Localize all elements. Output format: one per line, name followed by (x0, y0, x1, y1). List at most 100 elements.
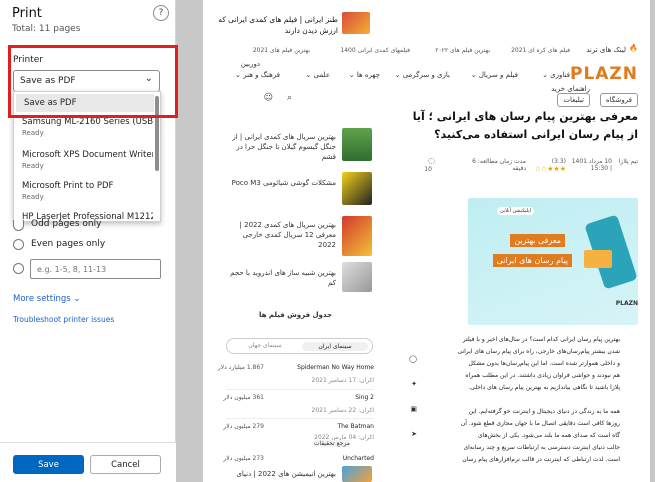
banner-badge: اپلیکیشن آنلاین (496, 207, 534, 215)
printer-option-name: Samsung ML-2160 Series (USB001) (22, 117, 153, 127)
body-line: هم نبودند و حواشی فراوان زیادی داشتند. د… (465, 372, 620, 379)
nav-item[interactable]: فرهنگ و هنر ⌄ (235, 71, 280, 79)
cancel-button[interactable]: Cancel (90, 455, 161, 474)
sale-title: Uncharted (342, 455, 374, 462)
related-thumbnail (342, 466, 372, 482)
printer-dropdown-list: Save as PDF Samsung ML-2160 Series (USB0… (13, 91, 161, 222)
sales-divider (226, 418, 374, 419)
banner-logo: PLAZN (615, 300, 638, 307)
body-line: گاه است که صدای همه ما بلند می‌شود. یکی … (477, 432, 620, 439)
body-line: پلازا باشید تا نگاهی بیاندازیم به بهترین… (468, 384, 620, 391)
troubleshoot-link[interactable]: Troubleshoot printer issues (13, 315, 114, 324)
site-logo[interactable]: PLAZN (570, 64, 638, 84)
linkedin-icon[interactable]: ▣ (410, 405, 417, 413)
banner-line2: پیام رسان های ایرانی (492, 254, 572, 267)
even-pages-radio[interactable] (13, 239, 24, 250)
printer-option-status: Ready (22, 129, 44, 137)
search-icon[interactable]: ⌕ (287, 93, 292, 103)
sale-title: Spiderman No Way Home (297, 364, 374, 371)
body-line: جالب دنیای اینترنت دسترسی به ارتباطات سر… (463, 444, 620, 451)
body-line: است. لذت ارتباطی که اینترنت در قالب نرم‌… (462, 456, 620, 463)
comment-count: 10 (424, 166, 432, 173)
shop-button[interactable]: فروشگاه (599, 93, 638, 107)
read-time: مدت زمان مطالعه: 6 دقیقه (472, 158, 526, 172)
printer-label: Printer (13, 55, 43, 65)
promo-title: طنز ایرانی | فیلم های کمدی ایرانی که ارز… (218, 15, 338, 35)
nav-item[interactable]: چهره ها ⌄ (349, 71, 380, 79)
sale-title: The Batman (337, 423, 374, 430)
nav-item[interactable]: راهنمای خرید (551, 85, 590, 93)
even-pages-label: Even pages only (31, 239, 106, 249)
nav-item[interactable]: بازی و سرگرمی ⌄ (395, 71, 450, 79)
page-range-input[interactable] (30, 259, 161, 279)
sale-amount: 361 میلیون دلار (223, 394, 264, 401)
sale-amount: 1.867 میلیارد دلار (217, 364, 264, 371)
trend-link[interactable]: بهترین فیلم های 2021 (253, 47, 310, 54)
ads-button[interactable]: تبلیغات (557, 93, 590, 107)
tab-iran[interactable]: سینمای ایران (302, 342, 368, 351)
banner-line1: معرفی بهترین (510, 234, 565, 247)
body-line: بهترین پیام رسان ایرانی کدام است؟ در سال… (462, 336, 620, 343)
twitter-icon[interactable]: ✦ (411, 380, 417, 388)
print-panel: Print Total: 11 pages ? Printer Save as … (0, 0, 178, 482)
trend-link[interactable]: فیلم های کره ای 2021 (511, 47, 570, 54)
trend-label: لینک های ترند (586, 46, 626, 54)
body-line: و داخلی هموارتر شده است. اما این پیام‌رس… (468, 360, 620, 367)
user-icon[interactable]: ☺ (264, 93, 273, 103)
printer-option-name: Microsoft XPS Document Writer (22, 150, 153, 160)
trend-link[interactable]: فیلمهای کمدی ایرانی 1400 (340, 47, 410, 54)
sales-overlay-text: مرجع تحقیقات (313, 440, 350, 447)
related-thumbnail (342, 172, 372, 205)
related-thumbnail (342, 128, 372, 161)
help-icon[interactable]: ? (153, 5, 169, 21)
article-rating: (3.3) (551, 158, 566, 165)
sale-title: Sing 2 (355, 394, 374, 401)
odd-pages-label: Odd pages only (31, 219, 102, 229)
nav-item[interactable]: دوربین (241, 60, 260, 68)
tab-world[interactable]: سینمای جهان (232, 342, 298, 349)
body-line: شدن بیشتر پیام‌رسان‌های خارجی، راه برای … (457, 348, 620, 355)
printer-option-xps[interactable]: Microsoft XPS Document Writer Ready (14, 150, 153, 170)
dialog-title: Print (12, 6, 42, 21)
printer-option-status: Ready (22, 193, 44, 201)
article-date: 10 مرداد 1401 | 15:30 (571, 158, 612, 172)
related-thumbnail (342, 262, 372, 292)
nav-item[interactable]: علمی ⌄ (306, 71, 330, 79)
odd-pages-radio[interactable] (13, 220, 24, 231)
sale-date: اکران: 22 دسامبر 2021 (311, 407, 374, 414)
related-title[interactable]: مشکلات گوشی شیائومی Poco M3 (226, 178, 336, 188)
printer-option-samsung[interactable]: Samsung ML-2160 Series (USB001) Ready (14, 117, 153, 137)
sale-amount: 279 میلیون دلار (223, 423, 264, 430)
sales-title: جدول فروش فیلم ها (258, 311, 332, 319)
bottom-article-title[interactable]: بهترین انیمیشن های 2022 | دنیای (236, 470, 336, 478)
printer-option-name: Microsoft Print to PDF (22, 181, 114, 191)
printer-option-ms-pdf[interactable]: Microsoft Print to PDF Ready (14, 181, 153, 201)
printer-option-name: Save as PDF (24, 98, 77, 108)
telegram-icon[interactable]: ➤ (411, 430, 417, 438)
body-line: همه ما به زندگی در دنیای دیجیتال و اینتر… (468, 408, 620, 415)
rating-stars: ★★★☆☆ (534, 165, 566, 173)
printer-select-value: Save as PDF (20, 76, 76, 86)
trend-link[interactable]: بهترین فیلم های ۲۰۲۲ (435, 47, 490, 54)
related-title[interactable]: بهترین سریال های کمدی 2022 | معرفی 12 سر… (226, 220, 336, 250)
printer-option-save-as-pdf[interactable]: Save as PDF (16, 94, 154, 112)
sale-date: اکران: 17 دسامبر 2021 (311, 377, 374, 384)
body-line: روزها کافی است دقایقی اتصال ما با جهان م… (460, 420, 620, 427)
printer-select[interactable]: Save as PDF ⌄ (13, 70, 160, 92)
sale-amount: 273 میلیون دلار (223, 455, 264, 462)
sales-divider (226, 389, 374, 390)
article-title-line2: از پیام رسان ایرانی استفاده می‌کنید؟ (434, 128, 638, 141)
envelope-icon (584, 250, 612, 268)
related-title[interactable]: بهترین شبیه ساز های اندروید با حجم کم (226, 268, 336, 288)
nav-item[interactable]: فیلم و سریال ⌄ (471, 71, 518, 79)
whatsapp-icon[interactable]: ◯ (409, 355, 417, 363)
nav-item[interactable]: فناوری ⌄ (542, 71, 570, 79)
article-author: تیم پلازا (618, 158, 638, 165)
more-settings-link[interactable]: More settings ⌄ (13, 294, 81, 304)
dropdown-scrollbar[interactable] (155, 96, 159, 171)
custom-pages-radio[interactable] (13, 263, 24, 274)
save-button[interactable]: Save (13, 455, 84, 474)
related-title[interactable]: بهترین سریال های کمدی ایرانی | از جنگل گ… (226, 132, 336, 162)
comment-icon[interactable]: ◌ (428, 156, 435, 165)
related-thumbnail (342, 216, 372, 256)
